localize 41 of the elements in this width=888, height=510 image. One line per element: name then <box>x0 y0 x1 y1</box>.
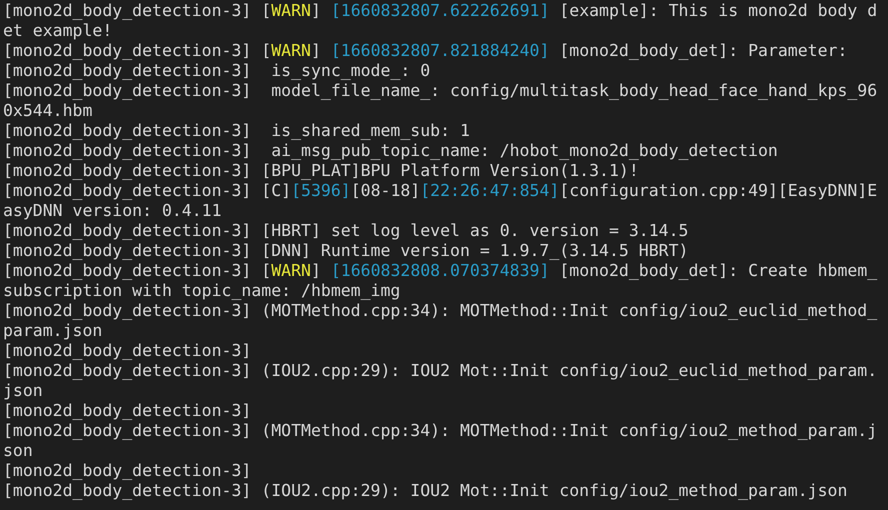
log-text: [mono2d_body_detection-3] (IOU2.cpp:29): IOU2 Mot::Init config/iou2_euclid_method_param. <box>3 361 878 380</box>
log-text: [mono2d_body_det]: Parameter: <box>558 41 848 60</box>
timestamp: [1660832807.821884240] <box>330 41 550 60</box>
log-text: [mono2d_body_detection-3] <box>3 401 252 420</box>
log-text: [mono2d_body_detection-3] [C] <box>3 181 292 200</box>
log-text: 0x544.hbm <box>3 101 92 120</box>
timestamp: [1660832808.070374839] <box>330 261 550 280</box>
log-text: [configuration.cpp:49][EasyDNN]E <box>559 181 878 200</box>
log-text: [mono2d_body_detection-3] [ <box>3 261 272 280</box>
log-text: subscription with topic_name: /hbmem_img <box>3 281 400 300</box>
log-text: param.json <box>3 321 102 340</box>
log-text: [mono2d_body_detection-3] <box>3 341 252 360</box>
log-text: [mono2d_body_detection-3] [HBRT] set log level as 0. version = 3.14.5 <box>3 221 688 240</box>
log-text: [mono2d_body_detection-3] [BPU_PLAT]BPU Platform Version(1.3.1)! <box>3 161 639 180</box>
timestamp: [5396] <box>291 181 351 200</box>
log-text: [mono2d_body_detection-3] ai_msg_pub_topic_name: /hobot_mono2d_body_detection <box>3 141 778 160</box>
log-text: [mono2d_body_detection-3] [DNN] Runtime version = 1.9.7_(3.14.5 HBRT) <box>3 241 688 260</box>
log-text: son <box>3 441 33 460</box>
timestamp: [22:26:47:854] <box>420 181 560 200</box>
log-text: [mono2d_body_detection-3] model_file_name_: config/multitask_body_head_face_hand_kps_96 <box>3 81 878 100</box>
log-text: [mono2d_body_detection-3] (MOTMethod.cpp:34): MOTMethod::Init config/iou2_euclid_method_ <box>3 301 878 320</box>
log-text: [mono2d_body_det]: Create hbmem_ <box>558 261 878 280</box>
log-level: WARN <box>271 1 311 20</box>
log-text: [mono2d_body_detection-3] (IOU2.cpp:29): IOU2 Mot::Init config/iou2_method_param.json <box>3 481 848 500</box>
log-text: [mono2d_body_detection-3] is_sync_mode_: 0 <box>3 61 430 80</box>
log-text: et example! <box>3 21 112 40</box>
log-text: [mono2d_body_detection-3] [ <box>3 41 272 60</box>
log-text: asyDNN version: 0.4.11 <box>3 201 222 220</box>
log-text: json <box>3 381 43 400</box>
log-text: [mono2d_body_detection-3] (MOTMethod.cpp:34): MOTMethod::Init config/iou2_method_param.j <box>3 421 878 440</box>
log-text: [example]: This is mono2d body d <box>558 1 878 20</box>
log-text: ] <box>310 261 322 280</box>
log-text: [08-18] <box>350 181 420 200</box>
log-text: [mono2d_body_detection-3] <box>3 461 252 480</box>
timestamp: [1660832807.622262691] <box>330 1 550 20</box>
log-text: [mono2d_body_detection-3] is_shared_mem_sub: 1 <box>3 121 470 140</box>
log-level: WARN <box>271 261 311 280</box>
log-text: ] <box>310 41 322 60</box>
log-text: ] <box>310 1 322 20</box>
log-text: [mono2d_body_detection-3] [ <box>3 1 272 20</box>
log-level: WARN <box>271 41 311 60</box>
